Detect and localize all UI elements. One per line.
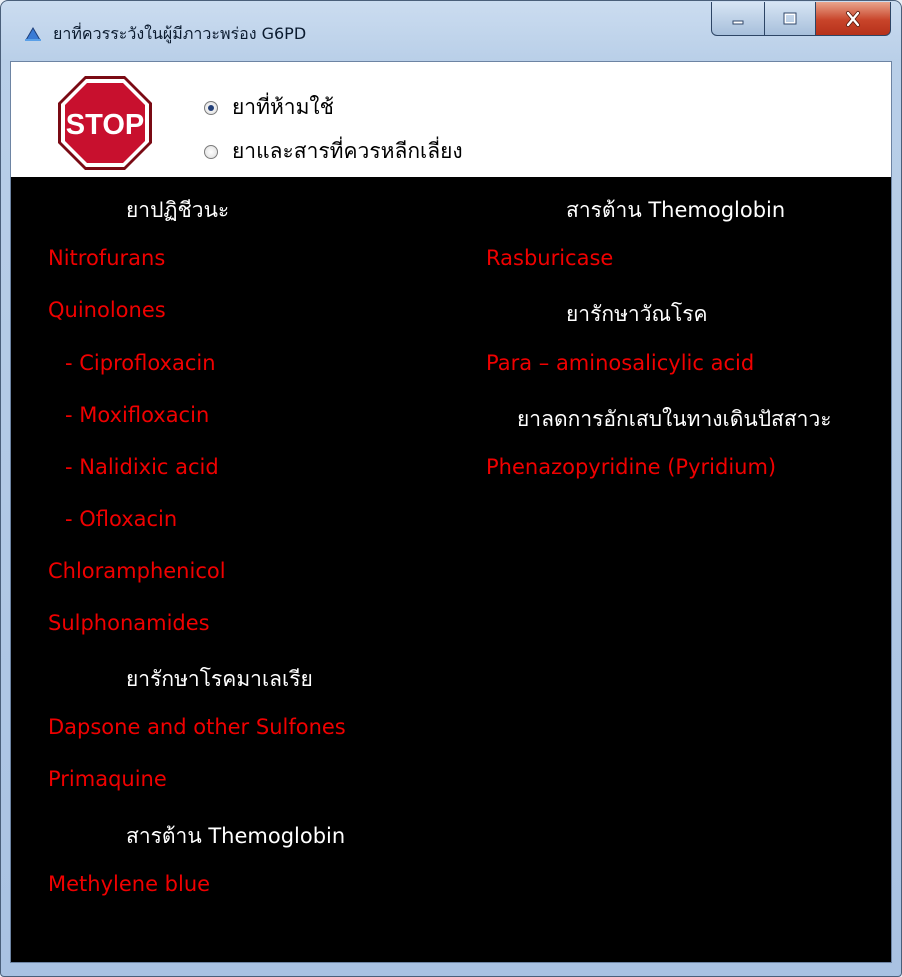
maximize-icon bbox=[783, 12, 797, 24]
category-heading: สารต้าน Themoglobin bbox=[566, 198, 786, 222]
drug-item: - Moxifloxacin bbox=[65, 403, 210, 427]
drug-item: - Nalidixic acid bbox=[65, 455, 219, 479]
window-title: ยาที่ควรระวังในผู้มีภาวะพร่อง G6PD bbox=[53, 24, 307, 43]
category-heading: ยารักษาโรคมาเลเรีย bbox=[126, 667, 313, 691]
radio-label-prohibited: ยาที่ห้ามใช้ bbox=[232, 95, 334, 119]
stop-sign-text: STOP bbox=[66, 109, 144, 141]
category-heading: สารต้าน Themoglobin bbox=[126, 824, 346, 848]
minimize-button[interactable] bbox=[711, 2, 765, 36]
app-icon bbox=[25, 27, 41, 41]
drug-item: Phenazopyridine (Pyridium) bbox=[486, 455, 777, 479]
radio-checked-icon[interactable] bbox=[204, 100, 218, 115]
category-heading: ยาปฏิชีวนะ bbox=[126, 198, 230, 222]
title-bar[interactable]: ยาที่ควรระวังในผู้มีภาวะพร่อง G6PD bbox=[1, 1, 901, 61]
minimize-icon bbox=[732, 20, 744, 24]
stop-sign-icon: STOP bbox=[58, 76, 152, 170]
maximize-button[interactable] bbox=[764, 2, 816, 36]
drug-item: Rasburicase bbox=[486, 246, 614, 270]
drug-item: - Ofloxacin bbox=[65, 507, 178, 531]
app-window: ยาที่ควรระวังในผู้มีภาวะพร่อง G6PD STOP … bbox=[0, 0, 902, 977]
drug-item: Methylene blue bbox=[48, 872, 211, 896]
drug-item: Nitrofurans bbox=[48, 246, 166, 270]
drug-item: Sulphonamides bbox=[48, 611, 210, 635]
header-panel: STOP ยาที่ห้ามใช้ ยาและสารที่ควรหลีกเลี่… bbox=[11, 62, 891, 177]
drug-item: Dapsone and other Sulfones bbox=[48, 715, 346, 739]
caption-buttons bbox=[711, 2, 891, 44]
drug-item: Quinolones bbox=[48, 298, 166, 322]
category-heading: ยารักษาวัณโรค bbox=[566, 302, 708, 326]
drug-item: Para – aminosalicylic acid bbox=[486, 351, 755, 375]
category-heading: ยาลดการอักเสบในทางเดินปัสสาวะ bbox=[517, 407, 832, 431]
drug-item: - Ciprofloxacin bbox=[65, 351, 216, 375]
drug-item: Chloramphenicol bbox=[48, 559, 226, 583]
radio-avoid-drugs[interactable]: ยาและสารที่ควรหลีกเลี่ยง bbox=[204, 135, 463, 168]
content-area: STOP ยาที่ห้ามใช้ ยาและสารที่ควรหลีกเลี่… bbox=[10, 61, 892, 963]
close-icon bbox=[846, 10, 860, 27]
radio-label-avoid: ยาและสารที่ควรหลีกเลี่ยง bbox=[232, 139, 463, 163]
close-button[interactable] bbox=[815, 2, 891, 36]
radio-prohibited-drugs[interactable]: ยาที่ห้ามใช้ bbox=[204, 91, 334, 124]
radio-unchecked-icon[interactable] bbox=[204, 144, 218, 159]
drug-item: Primaquine bbox=[48, 767, 167, 791]
